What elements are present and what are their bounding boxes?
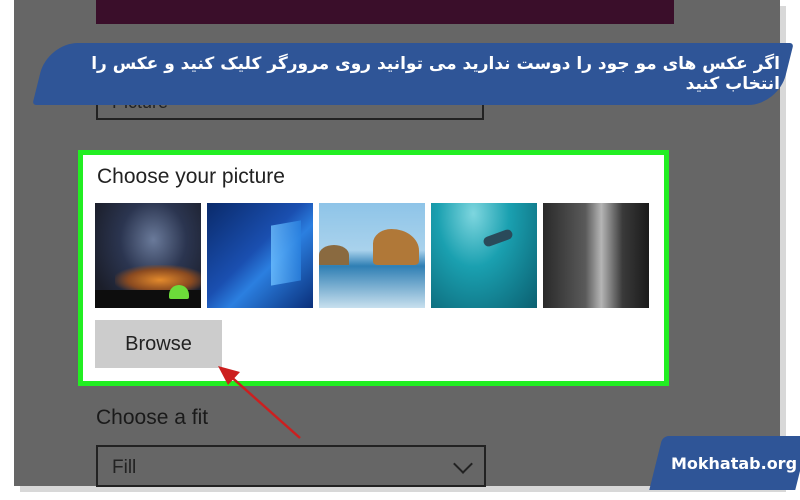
browse-button[interactable]: Browse — [95, 320, 222, 368]
picture-thumbnail-milky-way[interactable] — [95, 203, 201, 308]
choose-picture-section: Choose your picture Browse — [78, 150, 669, 386]
chevron-down-icon — [453, 454, 473, 474]
rock-formation — [373, 229, 419, 265]
choose-picture-title: Choose your picture — [97, 165, 285, 188]
background-preview — [96, 0, 674, 24]
tent — [169, 285, 189, 299]
fit-select[interactable]: Fill — [96, 445, 486, 487]
picture-thumbnail-windows[interactable] — [207, 203, 313, 308]
instruction-banner-text: اگر عکس های مو جود را دوست ندارید می توا… — [91, 54, 780, 94]
picture-thumbnail-cliff[interactable] — [543, 203, 649, 308]
diver — [482, 228, 514, 248]
choose-fit-label: Choose a fit — [96, 406, 209, 429]
rock-formation-small — [319, 245, 349, 265]
picture-thumbnail-underwater[interactable] — [431, 203, 537, 308]
windows-logo-light — [271, 220, 301, 286]
brand-text: Mokhatab.org — [670, 453, 798, 473]
picture-thumbnail-beach[interactable] — [319, 203, 425, 308]
fit-select-value: Fill — [112, 457, 137, 478]
